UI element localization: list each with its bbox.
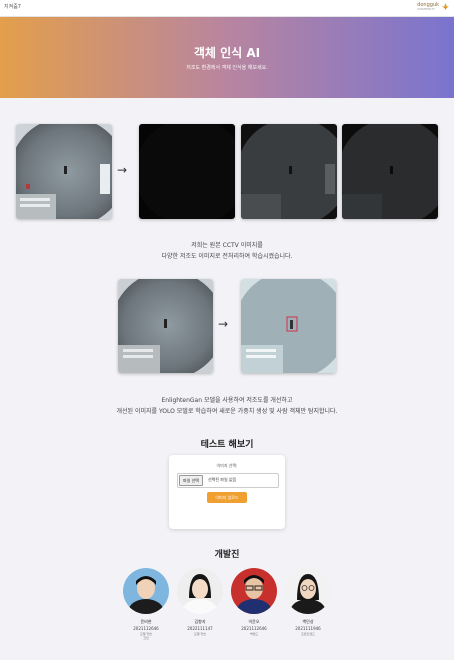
- team-member-card: 윤비현 2021112646 모델 학습 코딩: [121, 568, 171, 640]
- logo-subtext: UNIVERSITY: [417, 6, 435, 11]
- avatar: [285, 568, 331, 614]
- file-status-text: 선택된 파일 없음: [208, 477, 237, 482]
- hero-title: 객체 인식 AI: [193, 46, 261, 60]
- member-id: 2021112646: [133, 626, 159, 631]
- avatar: [231, 568, 277, 614]
- enlighten-text: EnlightenGan 모델을 사용하여 저조도를 개선하고 개선된 이미지를…: [0, 395, 454, 417]
- low-light-image-2: [241, 124, 337, 219]
- member-name: 이윤오: [248, 619, 260, 624]
- enhanced-detection-image: [241, 279, 336, 373]
- member-id: 2021112646: [241, 626, 267, 631]
- top-navbar: 지켜줌7 dongguk UNIVERSITY: [0, 0, 454, 17]
- file-input[interactable]: 파일 선택 선택된 파일 없음: [177, 473, 279, 488]
- member-name: 윤비현: [140, 619, 152, 624]
- low-light-image-1: [139, 124, 235, 219]
- hero-subtitle: 저조도 환경에서 객체 인식을 해보세요.: [186, 65, 268, 71]
- intro-line-2: 다양한 저조도 이미지로 전처리하여 학습시켰습니다.: [161, 253, 293, 260]
- member-role: 모델 학습 코딩: [140, 632, 152, 640]
- upload-image-button[interactable]: 이미지 업로드: [207, 492, 247, 503]
- member-name: 백민성: [302, 619, 314, 624]
- hero-banner: 객체 인식 AI 저조도 환경에서 객체 인식을 해보세요.: [0, 17, 454, 98]
- member-role: 모델 학습: [194, 632, 206, 636]
- member-id: 2022111147: [187, 626, 213, 631]
- test-section-title: 테스트 해보기: [200, 440, 254, 450]
- arrow-right-icon: →: [218, 317, 229, 331]
- avatar: [177, 568, 223, 614]
- low-light-image-3: [342, 124, 438, 219]
- original-cctv-image: [16, 124, 112, 219]
- intro-text: 저희는 원본 CCTV 이미지를 다양한 저조도 이미지로 전처리하여 학습시켰…: [0, 240, 454, 262]
- team-section-title: 개발진: [214, 550, 240, 560]
- site-brand[interactable]: 지켜줌7: [4, 3, 21, 10]
- enlighten-line-2: 개선된 이미지를 YOLO 모델로 학습하여 새로운 가중치 생성 및 사람 객…: [116, 408, 338, 415]
- team-member-card: 백민성 2021111946 프론트엔드: [283, 568, 333, 636]
- member-id: 2021111946: [295, 626, 321, 631]
- choose-file-button[interactable]: 파일 선택: [179, 475, 203, 486]
- arrow-right-icon: →: [117, 163, 128, 177]
- avatar: [123, 568, 169, 614]
- member-name: 김향지: [194, 619, 206, 624]
- team-member-card: 김향지 2022111147 모델 학습: [175, 568, 225, 636]
- member-role: 백엔드: [249, 632, 259, 636]
- intro-line-1: 저희는 원본 CCTV 이미지를: [191, 242, 263, 249]
- upload-card: 이미지 선택: 파일 선택 선택된 파일 없음 이미지 업로드: [169, 455, 285, 529]
- image-select-label: 이미지 선택:: [216, 463, 238, 468]
- enlighten-line-1: EnlightenGan 모델을 사용하여 저조도를 개선하고: [161, 397, 293, 404]
- low-light-input-image: [118, 279, 213, 373]
- university-logo: dongguk UNIVERSITY: [417, 2, 450, 11]
- member-role: 프론트엔드: [301, 632, 315, 636]
- lotus-logo-icon: [441, 2, 450, 11]
- team-member-card: 이윤오 2021112646 백엔드: [229, 568, 279, 636]
